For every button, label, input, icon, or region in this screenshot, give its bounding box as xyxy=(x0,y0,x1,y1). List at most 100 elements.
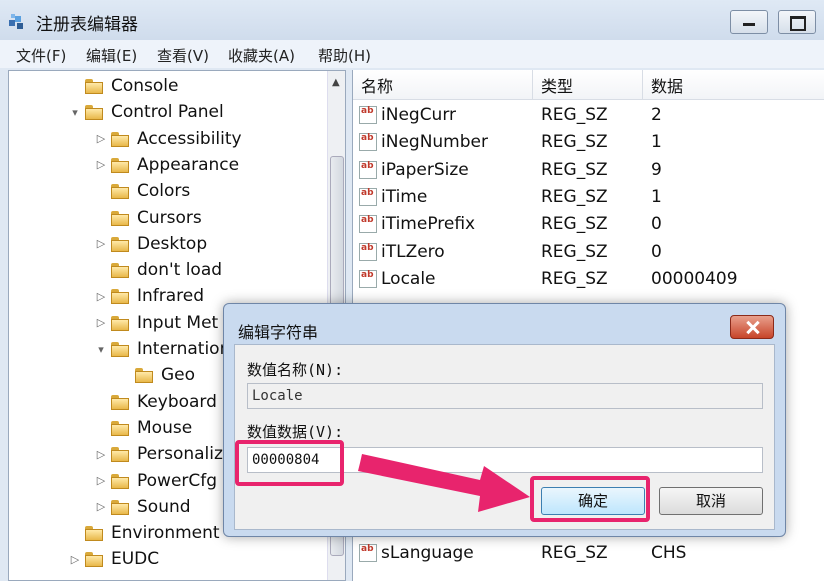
tree-item[interactable]: ▷ Personaliz xyxy=(95,441,223,467)
menu-help[interactable]: 帮助(H) xyxy=(318,45,371,66)
value-data: 0 xyxy=(651,214,662,235)
value-data: 9 xyxy=(651,159,662,180)
folder-icon xyxy=(85,551,105,568)
string-value-icon: ab xyxy=(359,544,377,562)
tree-item-label: Input Met xyxy=(137,312,219,333)
expand-arrow-icon[interactable]: ▷ xyxy=(95,158,107,171)
tree-item-label: Infrared xyxy=(137,286,205,307)
value-data: 0 xyxy=(651,241,662,262)
list-item[interactable]: ab iTLZero REG_SZ 0 xyxy=(353,239,824,266)
dialog-close-button[interactable] xyxy=(730,315,774,339)
tree-item[interactable]: ▷ PowerCfg xyxy=(95,468,217,494)
tree-item[interactable]: ▷ Sound xyxy=(95,494,191,520)
data-field-highlight xyxy=(235,440,344,486)
string-value-icon: ab xyxy=(359,215,377,234)
menu-favorites[interactable]: 收藏夹(A) xyxy=(228,45,295,66)
value-name: iNegCurr xyxy=(381,105,457,125)
folder-icon xyxy=(111,341,131,357)
list-item[interactable]: ab iTimePrefix REG_SZ 0 xyxy=(353,211,824,238)
folder-icon xyxy=(111,157,131,173)
maximize-button[interactable] xyxy=(778,10,816,34)
tree-item-label: EUDC xyxy=(111,549,160,570)
tree-item[interactable]: Environment xyxy=(69,520,220,546)
tree-item[interactable]: don't load xyxy=(95,257,222,283)
folder-icon xyxy=(111,499,131,515)
folder-icon xyxy=(85,525,105,542)
list-item[interactable]: ab iNegCurr REG_SZ 2 xyxy=(353,102,824,129)
folder-icon xyxy=(111,394,131,410)
column-header-type[interactable]: 类型 xyxy=(533,70,643,100)
tree-item-label: Personaliz xyxy=(137,444,223,465)
registry-editor-icon xyxy=(9,14,23,29)
value-type: REG_SZ xyxy=(541,186,608,207)
folder-icon xyxy=(111,446,131,463)
expand-arrow-icon[interactable]: ▷ xyxy=(95,290,107,303)
menu-edit[interactable]: 编辑(E) xyxy=(86,45,137,66)
value-data: 1 xyxy=(651,132,662,153)
tree-item-label: Keyboard xyxy=(137,391,217,412)
tree-item[interactable]: ▷ Input Met xyxy=(95,310,218,336)
list-item[interactable]: ab iNegNumber REG_SZ 1 xyxy=(353,129,824,156)
tree-item[interactable]: Mouse xyxy=(95,415,192,441)
tree-item[interactable]: Cursors xyxy=(95,205,202,231)
tree-item[interactable]: ▷ Appearance xyxy=(95,152,239,178)
value-type: REG_SZ xyxy=(541,159,608,180)
tree-item[interactable]: ▾ Internation xyxy=(95,336,230,362)
string-value-icon: ab xyxy=(359,160,377,179)
cancel-button[interactable]: 取消 xyxy=(659,487,763,515)
tree-item[interactable]: Geo xyxy=(119,362,195,388)
value-name: sLanguage xyxy=(381,543,474,563)
folder-icon xyxy=(111,131,131,147)
column-header-data[interactable]: 数据 xyxy=(643,70,824,100)
tree-item[interactable]: Colors xyxy=(95,178,190,204)
tree-item-label: PowerCfg xyxy=(137,470,218,491)
value-data: 1 xyxy=(651,186,662,207)
expand-arrow-icon[interactable]: ▷ xyxy=(95,448,107,461)
tree-item-label: Appearance xyxy=(137,154,240,175)
value-name-label: 数值名称(N): xyxy=(247,361,344,379)
list-item[interactable]: ab iPaperSize REG_SZ 9 xyxy=(353,157,824,184)
tree-item[interactable]: ▷ Infrared xyxy=(95,283,204,309)
minimize-button[interactable] xyxy=(730,10,768,34)
tree-item-label: Desktop xyxy=(137,233,208,254)
value-data: 2 xyxy=(651,105,662,125)
value-name: iTime xyxy=(381,186,428,207)
tree-item[interactable]: Keyboard xyxy=(95,389,217,415)
expand-arrow-icon[interactable]: ▷ xyxy=(95,500,107,513)
menu-bar: 文件(F) 编辑(E) 查看(V) 收藏夹(A) 帮助(H) xyxy=(0,40,824,68)
menu-view[interactable]: 查看(V) xyxy=(157,45,209,66)
tree-item[interactable]: ▷ Accessibility xyxy=(95,126,242,152)
expand-arrow-icon[interactable]: ▷ xyxy=(95,237,107,250)
folder-icon xyxy=(111,288,131,305)
folder-icon xyxy=(111,183,131,200)
expand-arrow-icon[interactable]: ▷ xyxy=(95,132,107,145)
string-value-icon: ab xyxy=(359,106,377,124)
tree-item-label: Colors xyxy=(137,181,191,202)
tree-item-label: Sound xyxy=(137,496,191,517)
edit-string-dialog: 编辑字符串 数值名称(N): Locale 数值数据(V): 00000804 … xyxy=(223,303,786,537)
collapse-arrow-icon[interactable]: ▾ xyxy=(69,106,81,119)
list-item[interactable]: ab sLanguage REG_SZ CHS xyxy=(353,540,824,567)
tree-item[interactable]: ▷ Desktop xyxy=(95,231,207,257)
expand-arrow-icon[interactable]: ▷ xyxy=(69,553,81,566)
tree-item[interactable]: ▾ Control Panel xyxy=(69,99,223,125)
list-item[interactable]: ab iTime REG_SZ 1 xyxy=(353,184,824,211)
collapse-arrow-icon[interactable]: ▾ xyxy=(95,343,107,356)
folder-icon xyxy=(135,367,155,384)
folder-icon xyxy=(111,473,131,489)
value-name: iPaperSize xyxy=(381,159,469,180)
ok-button-highlight xyxy=(530,476,650,522)
tree-item[interactable]: ▷ EUDC xyxy=(69,546,159,572)
column-header-name[interactable]: 名称 xyxy=(353,70,533,100)
value-data: CHS xyxy=(651,543,687,563)
menu-file[interactable]: 文件(F) xyxy=(16,45,66,66)
string-value-icon: ab xyxy=(359,187,377,206)
value-name: Locale xyxy=(381,268,436,289)
list-item[interactable]: ab Locale REG_SZ 00000409 xyxy=(353,266,824,293)
folder-icon xyxy=(111,420,131,436)
expand-arrow-icon[interactable]: ▷ xyxy=(95,474,107,487)
scroll-up-icon[interactable]: ▲ xyxy=(332,77,340,88)
tree-item[interactable]: Console xyxy=(69,73,179,99)
tree-item-label: Cursors xyxy=(137,207,202,228)
expand-arrow-icon[interactable]: ▷ xyxy=(95,316,107,329)
